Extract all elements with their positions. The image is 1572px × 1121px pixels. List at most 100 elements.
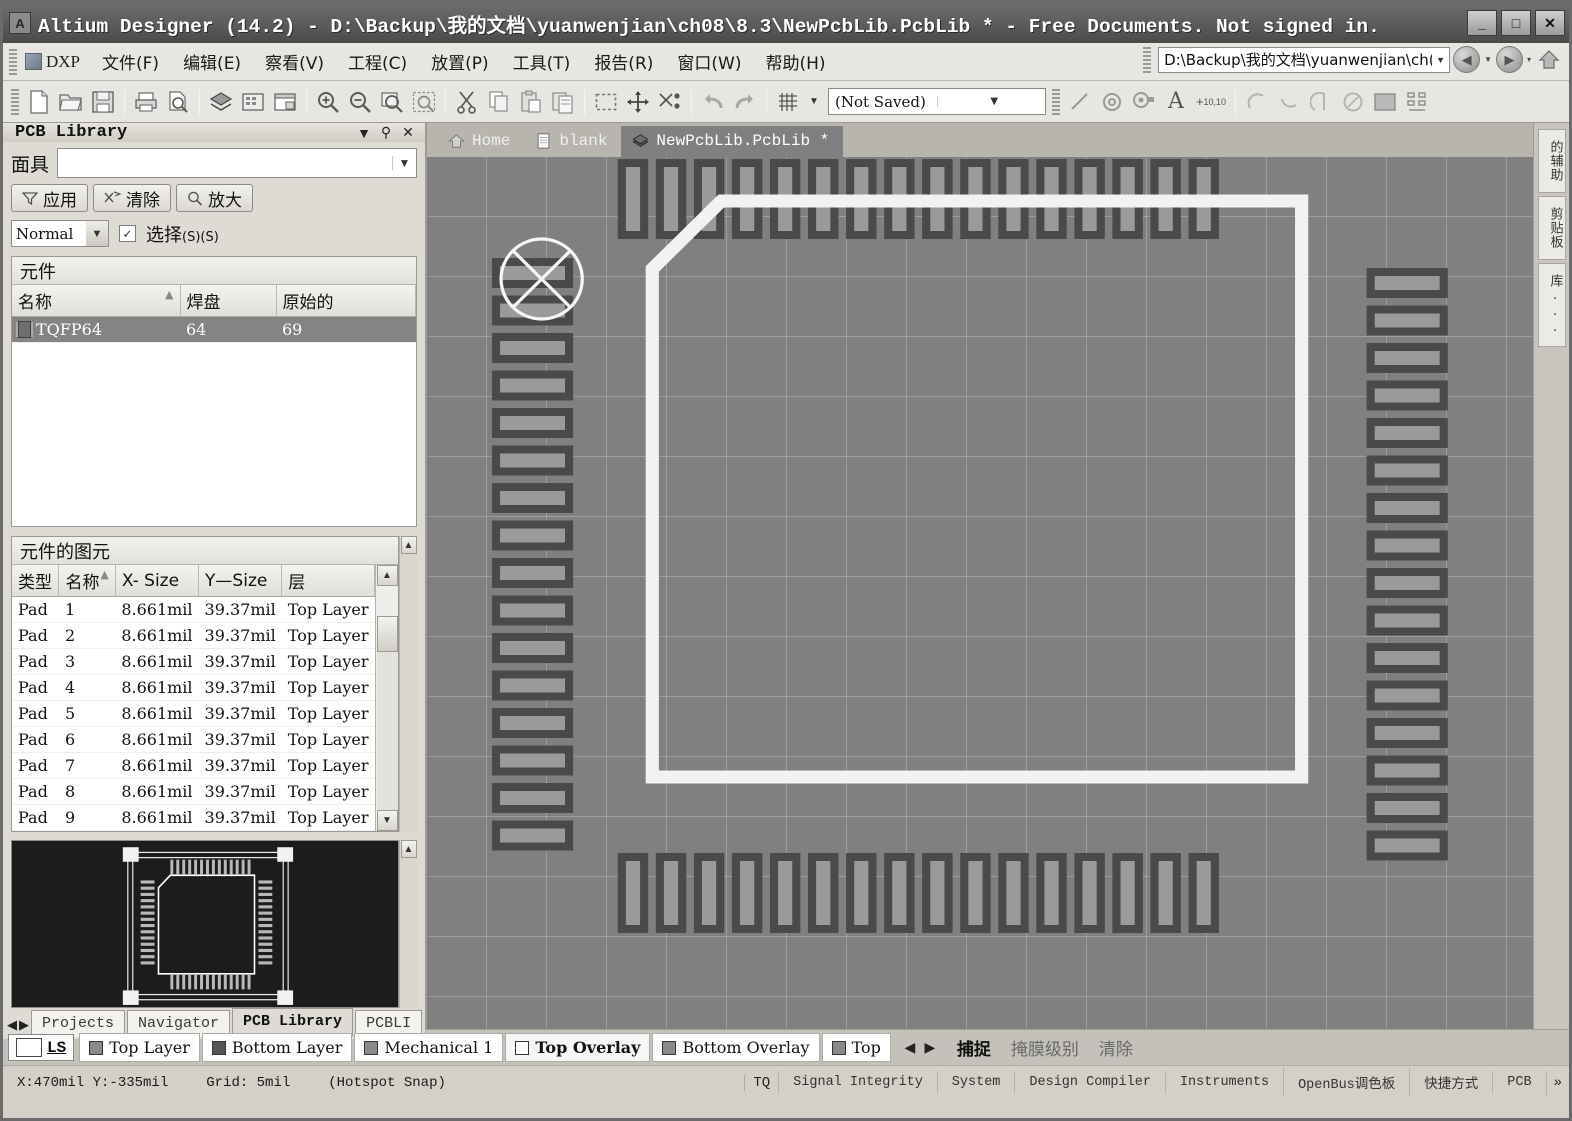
table-row[interactable]: Pad 1 8.661mil 39.37mil Top Layer — [12, 596, 375, 623]
status-panel-快捷方式[interactable]: 快捷方式 — [1409, 1068, 1492, 1097]
pad-bottom-9[interactable] — [922, 853, 953, 933]
pad-right-1[interactable] — [1366, 268, 1448, 298]
table-row[interactable]: Pad 2 8.661mil 39.37mil Top Layer — [12, 622, 375, 649]
col-name[interactable]: 名称 ▲ — [12, 285, 181, 317]
clear-button[interactable]: 清除 — [93, 184, 171, 212]
save-icon[interactable] — [88, 87, 118, 117]
paste-icon[interactable] — [516, 87, 546, 117]
cut-icon[interactable] — [452, 87, 482, 117]
text-icon[interactable]: A — [1161, 87, 1191, 117]
pad-bottom-5[interactable] — [769, 853, 801, 933]
library-icon[interactable] — [238, 87, 268, 117]
scrollbar-thumb[interactable] — [376, 616, 398, 652]
col-xsize[interactable]: X- Size — [115, 565, 200, 597]
select-checkbox[interactable]: ✓ — [119, 225, 136, 242]
pad-icon[interactable] — [1129, 87, 1159, 117]
minimize-button[interactable]: _ — [1467, 10, 1497, 36]
doc-tab-blank[interactable]: blank — [524, 126, 621, 157]
status-panel-system[interactable]: System — [936, 1071, 1015, 1094]
pad-left-4[interactable] — [491, 370, 574, 401]
table-row[interactable]: TQFP64 64 69 — [12, 316, 416, 343]
arc-any-icon[interactable] — [1306, 87, 1336, 117]
menu-item-place[interactable]: 放置(P) — [419, 45, 501, 78]
preview-scrollbar[interactable]: ▲ — [399, 840, 417, 1008]
clear-button-layerbar[interactable]: 清除 — [1089, 1031, 1143, 1064]
menu-item-view[interactable]: 察看(V) — [253, 45, 336, 78]
panel-scroll-up-icon[interactable]: ▲ — [400, 536, 417, 554]
preview-scroll-up-icon[interactable]: ▲ — [400, 840, 417, 858]
pad-right-9[interactable] — [1366, 568, 1448, 598]
select-rect-icon[interactable] — [591, 87, 621, 117]
panel-pin-icon[interactable]: ⚲ — [375, 124, 397, 141]
pad-left-7[interactable] — [491, 483, 574, 513]
menu-item-project[interactable]: 工程(C) — [336, 45, 419, 78]
dxp-menu-button[interactable]: DXP — [21, 50, 90, 74]
pad-bottom-1[interactable] — [617, 853, 649, 933]
print-preview-icon[interactable] — [163, 87, 193, 117]
pad-right-14[interactable] — [1366, 755, 1448, 786]
pad-left-9[interactable] — [491, 558, 574, 588]
forward-button[interactable]: ▶ — [1495, 46, 1523, 73]
pad-left-10[interactable] — [491, 595, 574, 626]
scrollbar-track[interactable] — [376, 652, 398, 810]
mask-level-button[interactable]: 掩膜级别 — [1001, 1031, 1089, 1064]
pad-bottom-16[interactable] — [1188, 853, 1219, 933]
new-document-icon[interactable] — [24, 87, 54, 117]
layer-tab-bottom-layer[interactable]: Bottom Layer — [201, 1033, 353, 1062]
menu-grip[interactable] — [9, 48, 17, 75]
zoom-selected-icon[interactable] — [409, 87, 439, 117]
open-folder-icon[interactable] — [56, 87, 86, 117]
mask-dropdown-icon[interactable]: ▼ — [392, 156, 416, 170]
right-tab-helper[interactable]: 的辅助 — [1537, 129, 1566, 193]
status-panel-pcb[interactable]: PCB — [1492, 1071, 1545, 1094]
pad-right-12[interactable] — [1366, 680, 1448, 711]
home-button[interactable] — [1535, 47, 1563, 73]
pad-bottom-10[interactable] — [960, 853, 991, 933]
save-state-dropdown[interactable]: (Not Saved) ▼ — [828, 88, 1046, 115]
component-body-icon[interactable] — [1402, 87, 1432, 117]
col-type[interactable]: 类型 — [12, 565, 60, 597]
pad-bottom-15[interactable] — [1150, 853, 1181, 933]
copy-icon[interactable] — [484, 87, 514, 117]
magnify-button[interactable]: 放大 — [176, 184, 253, 212]
panel-close-icon[interactable]: ✕ — [397, 124, 419, 141]
pad-left-6[interactable] — [491, 445, 574, 476]
pad-left-3[interactable] — [491, 333, 574, 363]
menu-item-file[interactable]: 文件(F) — [90, 45, 171, 78]
pad-top-2[interactable] — [655, 159, 687, 239]
pad-left-16[interactable] — [491, 820, 574, 851]
pad-bottom-8[interactable] — [884, 853, 915, 933]
pad-bottom-4[interactable] — [731, 853, 763, 933]
pad-bottom-12[interactable] — [1036, 853, 1067, 933]
pad-bottom-2[interactable] — [655, 853, 687, 933]
save-state-arrow-icon[interactable]: ▼ — [936, 96, 1046, 107]
mask-input[interactable] — [58, 150, 392, 176]
menu-item-edit[interactable]: 编辑(E) — [171, 45, 253, 78]
print-icon[interactable] — [131, 87, 161, 117]
pcb-canvas[interactable] — [427, 157, 1533, 1029]
table-row[interactable]: Pad 4 8.661mil 39.37mil Top Layer — [12, 674, 375, 701]
doc-tab-home[interactable]: Home — [437, 126, 524, 157]
full-circle-icon[interactable] — [1338, 87, 1368, 117]
layer-tab-top-overlay[interactable]: Top Overlay — [505, 1033, 651, 1062]
pad-right-8[interactable] — [1366, 530, 1448, 561]
undo-icon[interactable] — [698, 87, 728, 117]
pad-right-2[interactable] — [1366, 305, 1448, 336]
mask-input-wrap[interactable]: ▼ — [57, 148, 417, 178]
pad-right-6[interactable] — [1366, 455, 1448, 486]
forward-dropdown-icon[interactable]: ▾ — [1526, 55, 1532, 64]
redo-icon[interactable] — [730, 87, 760, 117]
pad-top-1[interactable] — [617, 159, 649, 239]
pad-right-16[interactable] — [1366, 830, 1448, 861]
pad-left-14[interactable] — [491, 745, 574, 776]
pad-left-8[interactable] — [491, 520, 574, 551]
zoom-in-icon[interactable] — [313, 87, 343, 117]
layer-prev-icon[interactable]: ◀ — [901, 1039, 919, 1056]
grid-dropdown-icon[interactable]: ▼ — [805, 87, 823, 117]
pad-bottom-6[interactable] — [808, 853, 839, 933]
right-tab-clipboard[interactable]: 剪贴板 — [1537, 196, 1566, 260]
col-pads[interactable]: 焊盘 — [180, 285, 277, 317]
col-prim-name[interactable]: 名称 ▲ — [58, 565, 116, 597]
preview-canvas[interactable] — [11, 840, 399, 1008]
layer-set-button[interactable]: LS — [8, 1034, 75, 1061]
